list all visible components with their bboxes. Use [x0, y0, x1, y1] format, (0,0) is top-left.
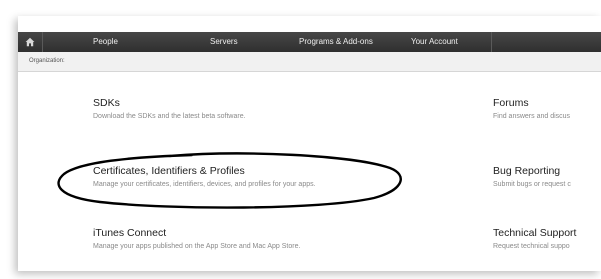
organization-bar: Organization:: [18, 52, 601, 72]
bug-reporting-title[interactable]: Bug Reporting: [493, 165, 601, 177]
sdks-card[interactable]: SDKs Download the SDKs and the latest be…: [93, 97, 246, 121]
certificates-title[interactable]: Certificates, Identifiers & Profiles: [93, 165, 316, 177]
itunes-connect-description: Manage your apps published on the App St…: [93, 243, 301, 250]
home-icon[interactable]: [25, 37, 35, 47]
nav-servers[interactable]: Servers: [210, 37, 238, 47]
nav-programs-addons[interactable]: Programs & Add-ons: [299, 37, 373, 47]
technical-support-title[interactable]: Technical Support: [493, 227, 601, 239]
organization-label: Organization:: [29, 58, 65, 64]
nav-your-account[interactable]: Your Account: [411, 37, 458, 47]
technical-support-card[interactable]: Technical Support Request technical supp…: [493, 227, 601, 251]
nav-people[interactable]: People: [93, 37, 118, 47]
itunes-connect-card[interactable]: iTunes Connect Manage your apps publishe…: [93, 227, 300, 251]
top-navigation-bar: People Servers Programs & Add-ons Your A…: [18, 32, 601, 52]
forums-card[interactable]: Forums Find answers and discus: [493, 97, 601, 121]
nav-separator: [491, 32, 492, 52]
bug-reporting-description: Submit bugs or request c: [493, 181, 571, 188]
sdks-description: Download the SDKs and the latest beta so…: [93, 113, 246, 120]
technical-support-description: Request technical suppo: [493, 243, 570, 250]
sdks-title[interactable]: SDKs: [93, 97, 246, 109]
bug-reporting-card[interactable]: Bug Reporting Submit bugs or request c: [493, 165, 601, 189]
page: People Servers Programs & Add-ons Your A…: [0, 0, 601, 279]
forums-title[interactable]: Forums: [493, 97, 601, 109]
certificates-card[interactable]: Certificates, Identifiers & Profiles Man…: [93, 165, 316, 189]
certificates-description: Manage your certificates, identifiers, d…: [93, 181, 316, 188]
forums-description: Find answers and discus: [493, 113, 571, 120]
itunes-connect-title[interactable]: iTunes Connect: [93, 227, 300, 239]
nav-separator: [42, 32, 43, 52]
